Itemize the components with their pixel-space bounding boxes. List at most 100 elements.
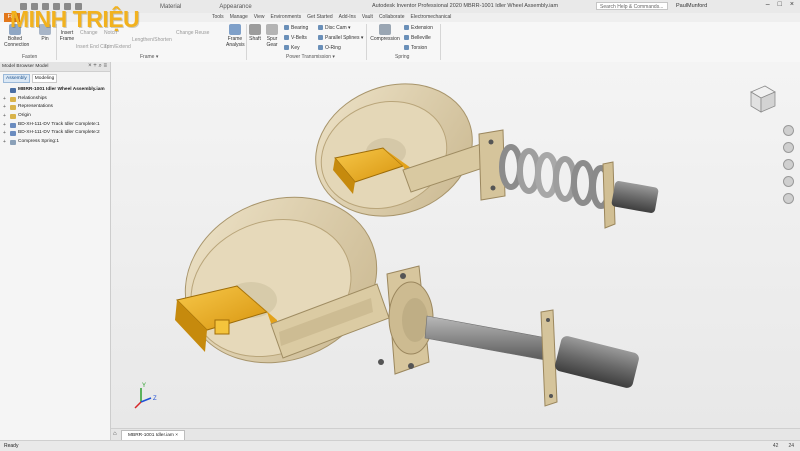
ribbon-separator xyxy=(246,24,247,60)
expand-toggle[interactable]: + xyxy=(3,112,8,121)
tab-collaborate[interactable]: Collaborate xyxy=(379,13,405,22)
frame-analysis-icon xyxy=(229,24,241,35)
frame-analysis-button[interactable]: Frame Analysis xyxy=(226,24,245,48)
lengthen-shorten-button[interactable]: Lengthen/Shorten xyxy=(132,37,172,43)
view-cube-icon xyxy=(750,85,776,113)
cam-icon xyxy=(318,25,323,30)
tree-item-track-idler-2[interactable]: + BD-XH-111-DV Track Idler Complete:2 xyxy=(3,129,110,138)
ribbon-separator xyxy=(440,24,441,60)
extension-spring-icon xyxy=(404,25,409,30)
expand-toggle[interactable]: + xyxy=(3,103,8,112)
change-reuse-button[interactable]: Change Reuse xyxy=(176,30,209,36)
shaft-icon xyxy=(249,24,261,35)
trim-extend-button[interactable]: Trim/Extend xyxy=(104,44,131,50)
tree-item-root[interactable]: MBRR-1001 Idler Wheel Assembly.iam xyxy=(3,86,110,95)
material-dropdown[interactable]: Material xyxy=(160,4,181,10)
tab-tools[interactable]: Tools xyxy=(212,13,224,22)
view-cube[interactable] xyxy=(745,82,779,118)
ribbon-tabs: Tools Manage View Environments Get Start… xyxy=(212,13,451,22)
spur-gear-button[interactable]: Spur Gear xyxy=(264,24,280,48)
folder-icon xyxy=(10,96,16,102)
upper-idler-assembly xyxy=(315,83,659,229)
bearing-button[interactable]: Bearing xyxy=(284,25,308,31)
menu-icon[interactable]: ≡ xyxy=(103,63,107,69)
svg-text:Y: Y xyxy=(142,383,146,389)
folder-icon xyxy=(10,105,16,111)
shaft-button[interactable]: Shaft xyxy=(248,24,262,42)
tab-add-ins[interactable]: Add-Ins xyxy=(339,13,356,22)
help-search-input[interactable]: Search Help & Commands... xyxy=(596,2,668,10)
compression-spring-button[interactable]: Compression xyxy=(370,24,400,42)
svg-text:Z: Z xyxy=(153,396,157,402)
graphics-viewport[interactable]: Z Y xyxy=(111,62,800,430)
model-render: Z Y xyxy=(134,83,659,409)
extension-spring-button[interactable]: Extension xyxy=(404,25,433,31)
tab-electromechanical[interactable]: Electromechanical xyxy=(411,13,452,22)
window-controls: – □ × xyxy=(766,1,794,8)
compression-spring xyxy=(499,144,612,209)
search-icon[interactable]: ⌕ xyxy=(98,63,101,69)
browser-header-icons: × + ⌕ ≡ xyxy=(88,62,107,71)
add-tab-icon[interactable]: + xyxy=(93,63,97,69)
tab-manage[interactable]: Manage xyxy=(230,13,248,22)
watermark-logo: MINH TRIỆU xyxy=(10,6,140,32)
tab-modeling[interactable]: Modeling xyxy=(31,74,58,83)
expand-toggle[interactable]: + xyxy=(3,121,8,130)
axis-triad: Z Y xyxy=(134,383,157,409)
window-title: Autodesk Inventor Professional 2020 MBRR… xyxy=(372,3,559,9)
part-icon xyxy=(10,139,16,145)
look-at-icon[interactable] xyxy=(782,193,794,204)
v-belt-icon xyxy=(284,35,289,40)
key-button[interactable]: Key xyxy=(284,45,300,51)
user-account[interactable]: PaulMunford xyxy=(676,3,707,9)
ribbon-separator xyxy=(366,24,367,60)
browser-subtabs: Assembly Modeling xyxy=(0,72,110,85)
tab-environments[interactable]: Environments xyxy=(271,13,302,22)
frame-panel-label: Frame ▾ xyxy=(140,54,159,60)
power-transmission-panel-label: Power Transmission ▾ xyxy=(286,54,335,60)
minimize-icon[interactable]: – xyxy=(766,1,770,8)
v-belts-button[interactable]: V-Belts xyxy=(284,35,307,41)
folder-icon xyxy=(10,113,16,119)
parallel-splines-button[interactable]: Parallel Splines ▾ xyxy=(318,35,363,41)
spline-icon xyxy=(318,35,323,40)
expand-toggle[interactable]: + xyxy=(3,138,8,147)
tree-item-origin[interactable]: + Origin xyxy=(3,112,110,121)
spring-panel-label: Spring xyxy=(395,54,410,60)
steering-wheel-icon[interactable] xyxy=(782,125,794,136)
tree-item-track-idler-1[interactable]: + BD-XH-111-DV Track Idler Complete:1 xyxy=(3,121,110,130)
maximize-icon[interactable]: □ xyxy=(778,1,782,8)
home-icon[interactable]: ⌂ xyxy=(113,431,117,437)
tree-item-compress-spring[interactable]: + Compress Spring:1 xyxy=(3,138,110,147)
o-ring-button[interactable]: O-Ring xyxy=(318,45,341,51)
bearing-icon xyxy=(284,25,289,30)
close-icon[interactable]: × xyxy=(790,1,794,8)
torsion-spring-button[interactable]: Torsion xyxy=(404,45,427,51)
status-bar: Ready 42 24 xyxy=(0,440,800,451)
disc-cam-button[interactable]: Disc Cam ▾ xyxy=(318,25,351,31)
pan-icon[interactable] xyxy=(782,142,794,153)
torsion-spring-icon xyxy=(404,45,409,50)
orbit-icon[interactable] xyxy=(782,176,794,187)
model-browser: Model Browser Model × + ⌕ ≡ Assembly Mod… xyxy=(0,62,111,440)
o-ring-icon xyxy=(318,45,323,50)
close-icon[interactable]: × xyxy=(175,433,178,438)
navigation-bar xyxy=(782,125,794,204)
expand-toggle[interactable]: + xyxy=(3,129,8,138)
fasten-panel-label: Fasten xyxy=(22,54,38,60)
tab-assembly[interactable]: Assembly xyxy=(3,74,30,83)
close-icon[interactable]: × xyxy=(88,63,92,69)
belleville-spring-button[interactable]: Belleville xyxy=(404,35,431,41)
browser-header: Model Browser Model × + ⌕ ≡ xyxy=(0,62,110,72)
expand-toggle[interactable]: + xyxy=(3,95,8,104)
model-tree: MBRR-1001 Idler Wheel Assembly.iam + Rel… xyxy=(0,85,110,147)
assembly-icon xyxy=(10,87,16,93)
tab-vault[interactable]: Vault xyxy=(362,13,373,22)
belleville-spring-icon xyxy=(404,35,409,40)
tree-item-relationships[interactable]: + Relationships xyxy=(3,95,110,104)
appearance-dropdown[interactable]: Appearance xyxy=(219,4,251,10)
tree-item-representations[interactable]: + Representations xyxy=(3,103,110,112)
tab-get-started[interactable]: Get Started xyxy=(307,13,333,22)
zoom-icon[interactable] xyxy=(782,159,794,170)
tab-view[interactable]: View xyxy=(254,13,265,22)
